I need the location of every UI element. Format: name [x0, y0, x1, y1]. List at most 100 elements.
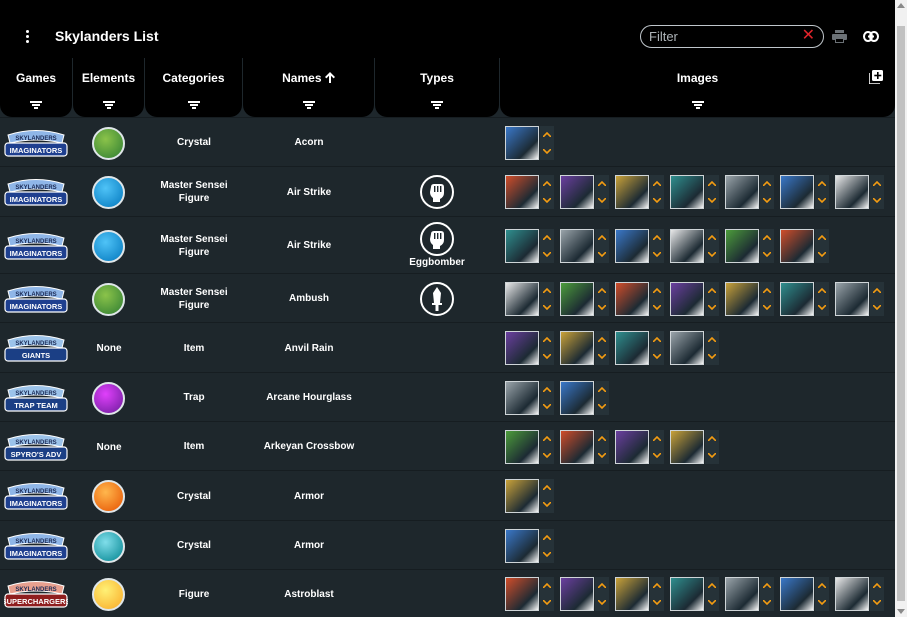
chevron-down-icon[interactable]: [708, 304, 716, 310]
image-item[interactable]: [560, 175, 610, 209]
column-categories[interactable]: Categories: [145, 58, 242, 117]
image-item[interactable]: [835, 577, 885, 611]
filter-list-icon[interactable]: [691, 101, 704, 109]
chevron-up-icon[interactable]: [763, 287, 771, 293]
scroll-down-arrow[interactable]: [897, 609, 905, 614]
chevron-down-icon[interactable]: [653, 600, 661, 605]
chevron-down-icon[interactable]: [818, 304, 826, 310]
figure-thumbnail[interactable]: [505, 380, 539, 415]
chevron-down-icon[interactable]: [653, 452, 661, 458]
chevron-down-icon[interactable]: [763, 251, 771, 257]
chevron-up-icon[interactable]: [873, 583, 881, 588]
figure-thumbnail[interactable]: [670, 175, 704, 209]
chevron-up-icon[interactable]: [818, 287, 826, 293]
chevron-up-icon[interactable]: [763, 583, 771, 588]
image-item[interactable]: [505, 331, 555, 365]
image-item[interactable]: [670, 281, 720, 316]
chevron-up-icon[interactable]: [543, 181, 551, 186]
chevron-up-icon[interactable]: [708, 583, 716, 588]
figure-thumbnail[interactable]: [615, 281, 649, 316]
column-names[interactable]: Names: [243, 58, 374, 117]
filter-list-icon[interactable]: [187, 101, 200, 109]
table-row[interactable]: SKYLANDERS IMAGINATORS Crystal Armor: [0, 470, 895, 520]
figure-thumbnail[interactable]: [505, 479, 539, 513]
chevron-up-icon[interactable]: [543, 337, 551, 342]
chevron-down-icon[interactable]: [763, 600, 771, 605]
image-item[interactable]: [670, 228, 720, 263]
image-item[interactable]: [725, 577, 775, 611]
column-elements[interactable]: Elements: [73, 58, 144, 117]
chevron-down-icon[interactable]: [763, 304, 771, 310]
figure-thumbnail[interactable]: [615, 577, 649, 611]
chevron-down-icon[interactable]: [543, 354, 551, 359]
figure-thumbnail[interactable]: [670, 228, 704, 263]
figure-thumbnail[interactable]: [560, 228, 594, 263]
chevron-up-icon[interactable]: [653, 181, 661, 186]
chevron-up-icon[interactable]: [598, 386, 606, 392]
table-row[interactable]: SKYLANDERS IMAGINATORS Master Sensei Figur…: [0, 273, 895, 322]
figure-thumbnail[interactable]: [725, 175, 759, 209]
figure-thumbnail[interactable]: [505, 528, 539, 563]
column-games[interactable]: Games: [0, 58, 72, 117]
chevron-down-icon[interactable]: [543, 148, 551, 154]
figure-thumbnail[interactable]: [835, 281, 869, 316]
image-item[interactable]: [505, 479, 555, 513]
more-vert-icon[interactable]: [17, 26, 37, 46]
chevron-down-icon[interactable]: [598, 452, 606, 458]
chevron-up-icon[interactable]: [873, 181, 881, 186]
chevron-down-icon[interactable]: [708, 251, 716, 257]
image-item[interactable]: [615, 228, 665, 263]
table-row[interactable]: SKYLANDERS GIANTS None Item Anvil Rain: [0, 322, 895, 372]
table-row[interactable]: SKYLANDERS TRAP TEAM Trap Arcane Hourglass: [0, 372, 895, 421]
chevron-down-icon[interactable]: [543, 304, 551, 310]
chevron-up-icon[interactable]: [543, 287, 551, 293]
chevron-down-icon[interactable]: [543, 198, 551, 203]
column-types[interactable]: Types: [375, 58, 499, 117]
figure-thumbnail[interactable]: [780, 281, 814, 316]
chevron-down-icon[interactable]: [598, 251, 606, 257]
image-item[interactable]: [615, 429, 665, 464]
figure-thumbnail[interactable]: [725, 281, 759, 316]
chevron-down-icon[interactable]: [543, 551, 551, 557]
image-item[interactable]: [670, 577, 720, 611]
chevron-down-icon[interactable]: [543, 452, 551, 458]
image-item[interactable]: [780, 281, 830, 316]
chevron-down-icon[interactable]: [708, 452, 716, 458]
image-item[interactable]: [560, 331, 610, 365]
column-images[interactable]: Images: [500, 58, 895, 117]
figure-thumbnail[interactable]: [835, 175, 869, 209]
chevron-down-icon[interactable]: [873, 600, 881, 605]
filter-input[interactable]: [649, 28, 797, 45]
chevron-up-icon[interactable]: [708, 181, 716, 186]
scroll-up-arrow[interactable]: [897, 3, 905, 8]
image-item[interactable]: [725, 175, 775, 209]
chevron-up-icon[interactable]: [708, 337, 716, 342]
table-row[interactable]: SKYLANDERS IMAGINATORS Crystal Acorn: [0, 117, 895, 166]
image-item[interactable]: [505, 175, 555, 209]
chevron-up-icon[interactable]: [598, 287, 606, 293]
figure-thumbnail[interactable]: [670, 577, 704, 611]
chevron-down-icon[interactable]: [708, 354, 716, 359]
figure-thumbnail[interactable]: [505, 228, 539, 263]
image-item[interactable]: [560, 380, 610, 415]
image-item[interactable]: [505, 380, 555, 415]
chevron-up-icon[interactable]: [653, 234, 661, 240]
figure-thumbnail[interactable]: [725, 577, 759, 611]
figure-thumbnail[interactable]: [615, 331, 649, 365]
image-item[interactable]: [560, 429, 610, 464]
image-item[interactable]: [505, 429, 555, 464]
image-item[interactable]: [615, 281, 665, 316]
figure-thumbnail[interactable]: [670, 331, 704, 365]
chevron-up-icon[interactable]: [818, 181, 826, 186]
chevron-down-icon[interactable]: [598, 354, 606, 359]
image-item[interactable]: [670, 175, 720, 209]
chevron-up-icon[interactable]: [543, 131, 551, 137]
figure-thumbnail[interactable]: [835, 577, 869, 611]
image-item[interactable]: [505, 528, 555, 563]
image-item[interactable]: [835, 175, 885, 209]
filter-field[interactable]: ✕: [640, 25, 824, 48]
image-item[interactable]: [725, 228, 775, 263]
figure-thumbnail[interactable]: [725, 228, 759, 263]
chevron-up-icon[interactable]: [543, 234, 551, 240]
chevron-down-icon[interactable]: [598, 403, 606, 409]
